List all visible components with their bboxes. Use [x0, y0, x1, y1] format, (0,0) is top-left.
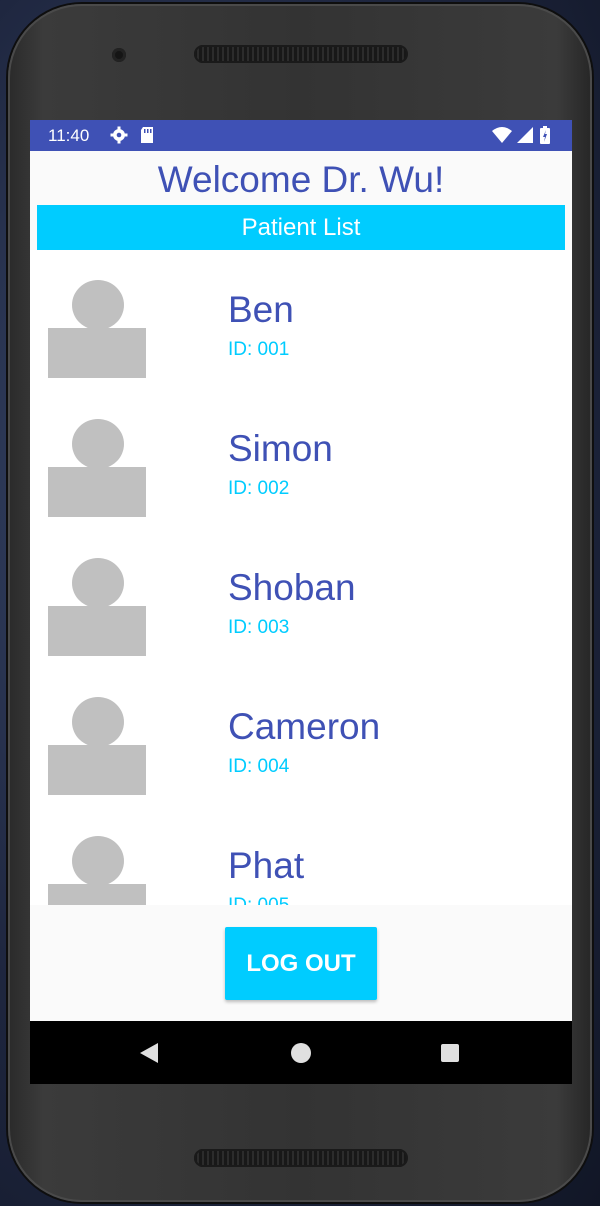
- patient-name: Ben: [228, 289, 294, 330]
- avatar-icon: [48, 558, 146, 656]
- wifi-icon: [492, 126, 512, 148]
- navigation-bar: [30, 1021, 572, 1084]
- top-speaker-grille: [194, 45, 408, 63]
- avatar-icon: [48, 697, 146, 795]
- sd-card-icon: [140, 126, 154, 148]
- gear-icon: [110, 126, 128, 148]
- front-camera: [112, 48, 126, 62]
- patient-id: ID: 005: [228, 895, 289, 905]
- cell-signal-icon: [516, 126, 534, 148]
- patient-row-phat[interactable]: Phat ID: 005: [30, 806, 572, 905]
- home-icon[interactable]: [291, 1043, 311, 1063]
- patient-row-cameron[interactable]: Cameron ID: 004: [30, 667, 572, 805]
- avatar-icon: [48, 280, 146, 378]
- patient-id: ID: 001: [228, 339, 290, 360]
- patient-id: ID: 002: [228, 478, 290, 499]
- app-screen: 11:40 Welcome Dr. Wu! Patient List Ben I…: [30, 120, 572, 1084]
- avatar-icon: [48, 419, 146, 517]
- patient-id: ID: 004: [228, 756, 290, 777]
- status-bar: 11:40: [30, 120, 572, 151]
- battery-icon: [540, 126, 550, 148]
- welcome-heading: Welcome Dr. Wu!: [157, 159, 445, 200]
- patient-id: ID: 003: [228, 617, 290, 638]
- back-icon[interactable]: [140, 1043, 158, 1063]
- patient-row-ben[interactable]: Ben ID: 001: [30, 250, 572, 388]
- patient-row-simon[interactable]: Simon ID: 002: [30, 389, 572, 527]
- patient-name: Shoban: [228, 567, 356, 608]
- patient-name: Phat: [228, 845, 305, 886]
- patient-list[interactable]: Ben ID: 001 Simon ID: 002 Shoban ID: 003…: [30, 250, 572, 905]
- status-time: 11:40: [48, 126, 90, 145]
- footer: LOG OUT: [30, 905, 572, 1021]
- logout-button[interactable]: LOG OUT: [225, 927, 377, 1000]
- patient-name: Simon: [228, 428, 333, 469]
- patient-name: Cameron: [228, 706, 381, 747]
- recents-icon[interactable]: [441, 1044, 459, 1062]
- avatar-icon: [48, 836, 146, 905]
- patient-list-header: Patient List: [37, 205, 565, 250]
- patient-row-shoban[interactable]: Shoban ID: 003: [30, 528, 572, 666]
- bottom-speaker-grille: [194, 1149, 408, 1167]
